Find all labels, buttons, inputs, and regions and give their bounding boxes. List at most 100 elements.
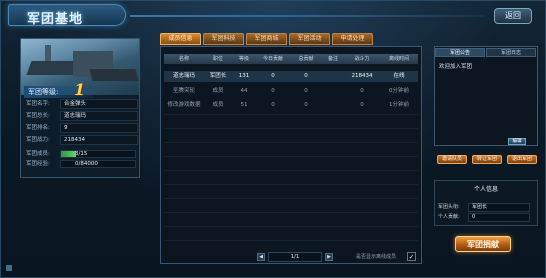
cell-name: 修改游戏数据 bbox=[167, 102, 201, 108]
column-header[interactable]: 离线时间 bbox=[380, 54, 418, 64]
info-label: 军团总长: bbox=[26, 113, 50, 119]
column-header[interactable]: 备注 bbox=[322, 54, 344, 64]
members-bar-fill bbox=[61, 151, 76, 157]
table-row[interactable]: 道志瑞玛 军团长 131 0 0 218434 在线 bbox=[164, 71, 418, 82]
quit-legion-button[interactable]: 退出军团 bbox=[507, 155, 537, 164]
table-row[interactable]: 圣腾突轮 成员 44 0 0 0 0分钟前 bbox=[164, 86, 418, 97]
cell-offline: 1分钟前 bbox=[389, 102, 409, 108]
info-row-leader: 军团总长: 道志瑞玛 bbox=[26, 111, 138, 121]
title-bar: 军团基地 bbox=[8, 4, 126, 27]
cell-level: 51 bbox=[240, 102, 248, 108]
show-offline-checkbox[interactable]: ✓ bbox=[407, 252, 416, 261]
exp-bar-track: 0/84000 bbox=[60, 160, 136, 168]
table-header: 名称 职位 等级 今日贡献 总贡献 备注 战斗力 离线时间 bbox=[164, 54, 418, 64]
empty-table-row bbox=[164, 128, 418, 139]
cell-total-contrib: 0 bbox=[304, 73, 308, 79]
tab-shop[interactable]: 军团商城 bbox=[246, 33, 287, 45]
info-label: 军团名字: bbox=[26, 101, 50, 107]
tab-applications[interactable]: 申请处理 bbox=[332, 33, 373, 45]
exp-progress: 军团经验: 0/84000 bbox=[26, 160, 138, 168]
cell-position: 军团长 bbox=[209, 73, 227, 79]
c-label: 军团头衔: bbox=[438, 204, 460, 210]
exp-count: 0/84000 bbox=[75, 161, 98, 167]
cell-today-contrib: 0 bbox=[271, 73, 275, 79]
cell-note bbox=[322, 86, 344, 97]
table-row[interactable]: 修改游戏数据 成员 51 0 0 0 1分钟前 bbox=[164, 100, 418, 111]
personal-title-row: 军团头衔: 军团长 bbox=[438, 203, 534, 212]
members-count: 3/15 bbox=[75, 151, 88, 157]
cell-position: 成员 bbox=[212, 102, 224, 108]
cell-offline: 在线 bbox=[393, 73, 405, 79]
legion-level-value: 1 bbox=[74, 80, 86, 99]
cell-name: 道志瑞玛 bbox=[172, 73, 195, 79]
cell-note bbox=[322, 100, 344, 111]
personal-contrib-row: 个人贡献: 0 bbox=[438, 213, 534, 222]
edit-notice-button[interactable]: 编辑 bbox=[508, 138, 526, 145]
back-button[interactable]: 返回 bbox=[494, 8, 532, 24]
cell-position: 成员 bbox=[212, 88, 224, 94]
corner-decoration bbox=[6, 265, 12, 271]
cell-power: 0 bbox=[360, 88, 364, 94]
tab-log[interactable]: 军团日志 bbox=[486, 48, 536, 57]
cell-note bbox=[322, 71, 344, 82]
window-title: 军团基地 bbox=[27, 12, 84, 27]
personal-info-title: 个人信息 bbox=[474, 186, 499, 193]
invite-member-button[interactable]: 邀请队员 bbox=[437, 155, 467, 164]
c-value: 0 bbox=[468, 213, 530, 222]
notice-text: 欢迎加入军团 bbox=[439, 64, 473, 70]
tab-technology[interactable]: 军团科技 bbox=[203, 33, 244, 45]
empty-table-row bbox=[164, 240, 418, 251]
cell-total-contrib: 0 bbox=[304, 102, 308, 108]
donate-button[interactable]: 军团捐献 bbox=[455, 236, 511, 252]
empty-table-row bbox=[164, 114, 418, 125]
empty-table-row bbox=[164, 226, 418, 237]
empty-table-row bbox=[164, 198, 418, 209]
empty-table-row bbox=[164, 156, 418, 167]
cell-total-contrib: 0 bbox=[304, 88, 308, 94]
tab-members[interactable]: 成员信息 bbox=[160, 33, 201, 45]
info-value: 道志瑞玛 bbox=[60, 111, 138, 121]
column-header[interactable]: 今日贡献 bbox=[256, 54, 290, 64]
column-header[interactable]: 战斗力 bbox=[344, 54, 380, 64]
prev-page-icon[interactable]: ◀ bbox=[257, 253, 265, 261]
info-row-rank: 军团排名: 9 bbox=[26, 123, 138, 133]
cell-today-contrib: 0 bbox=[271, 88, 275, 94]
transfer-legion-button[interactable]: 转让军团 bbox=[472, 155, 502, 164]
column-header[interactable]: 总贡献 bbox=[290, 54, 322, 64]
tab-activities[interactable]: 军团活动 bbox=[289, 33, 330, 45]
exp-label: 军团经验: bbox=[26, 161, 50, 167]
cell-name: 圣腾突轮 bbox=[172, 88, 195, 94]
cell-level: 44 bbox=[240, 88, 248, 94]
c-label: 个人贡献: bbox=[438, 214, 460, 220]
cell-offline: 0分钟前 bbox=[389, 88, 409, 94]
notice-panel bbox=[434, 46, 538, 146]
empty-table-row bbox=[164, 184, 418, 195]
empty-table-row bbox=[164, 142, 418, 153]
column-header[interactable]: 职位 bbox=[204, 54, 232, 64]
cell-today-contrib: 0 bbox=[271, 102, 275, 108]
cell-power: 0 bbox=[360, 102, 364, 108]
column-header[interactable]: 等级 bbox=[232, 54, 256, 64]
info-row-power: 军团战力: 218434 bbox=[26, 135, 138, 145]
info-value: 合金弹头 bbox=[60, 99, 138, 109]
tab-notice[interactable]: 军团公告 bbox=[435, 48, 485, 57]
members-progress: 军团成员: 3/15 bbox=[26, 150, 138, 158]
next-page-icon[interactable]: ▶ bbox=[325, 253, 333, 261]
info-label: 军团排名: bbox=[26, 125, 50, 131]
members-bar-track: 3/15 bbox=[60, 150, 136, 158]
info-value: 9 bbox=[60, 123, 138, 133]
cell-power: 218434 bbox=[351, 73, 373, 79]
header-divider bbox=[130, 15, 485, 17]
column-header[interactable]: 名称 bbox=[164, 54, 204, 64]
cell-level: 131 bbox=[238, 73, 250, 79]
banner-ship-shape bbox=[89, 69, 139, 81]
empty-table-row bbox=[164, 212, 418, 223]
page-indicator: 1/1 bbox=[268, 252, 322, 262]
info-row-name: 军团名字: 合金弹头 bbox=[26, 99, 138, 109]
info-value: 218434 bbox=[60, 135, 138, 145]
c-value: 军团长 bbox=[468, 203, 530, 212]
info-label: 军团战力: bbox=[26, 137, 50, 143]
show-offline-label: 是否显示离线成员 bbox=[356, 254, 397, 260]
members-label: 军团成员: bbox=[26, 151, 50, 157]
empty-table-row bbox=[164, 170, 418, 181]
